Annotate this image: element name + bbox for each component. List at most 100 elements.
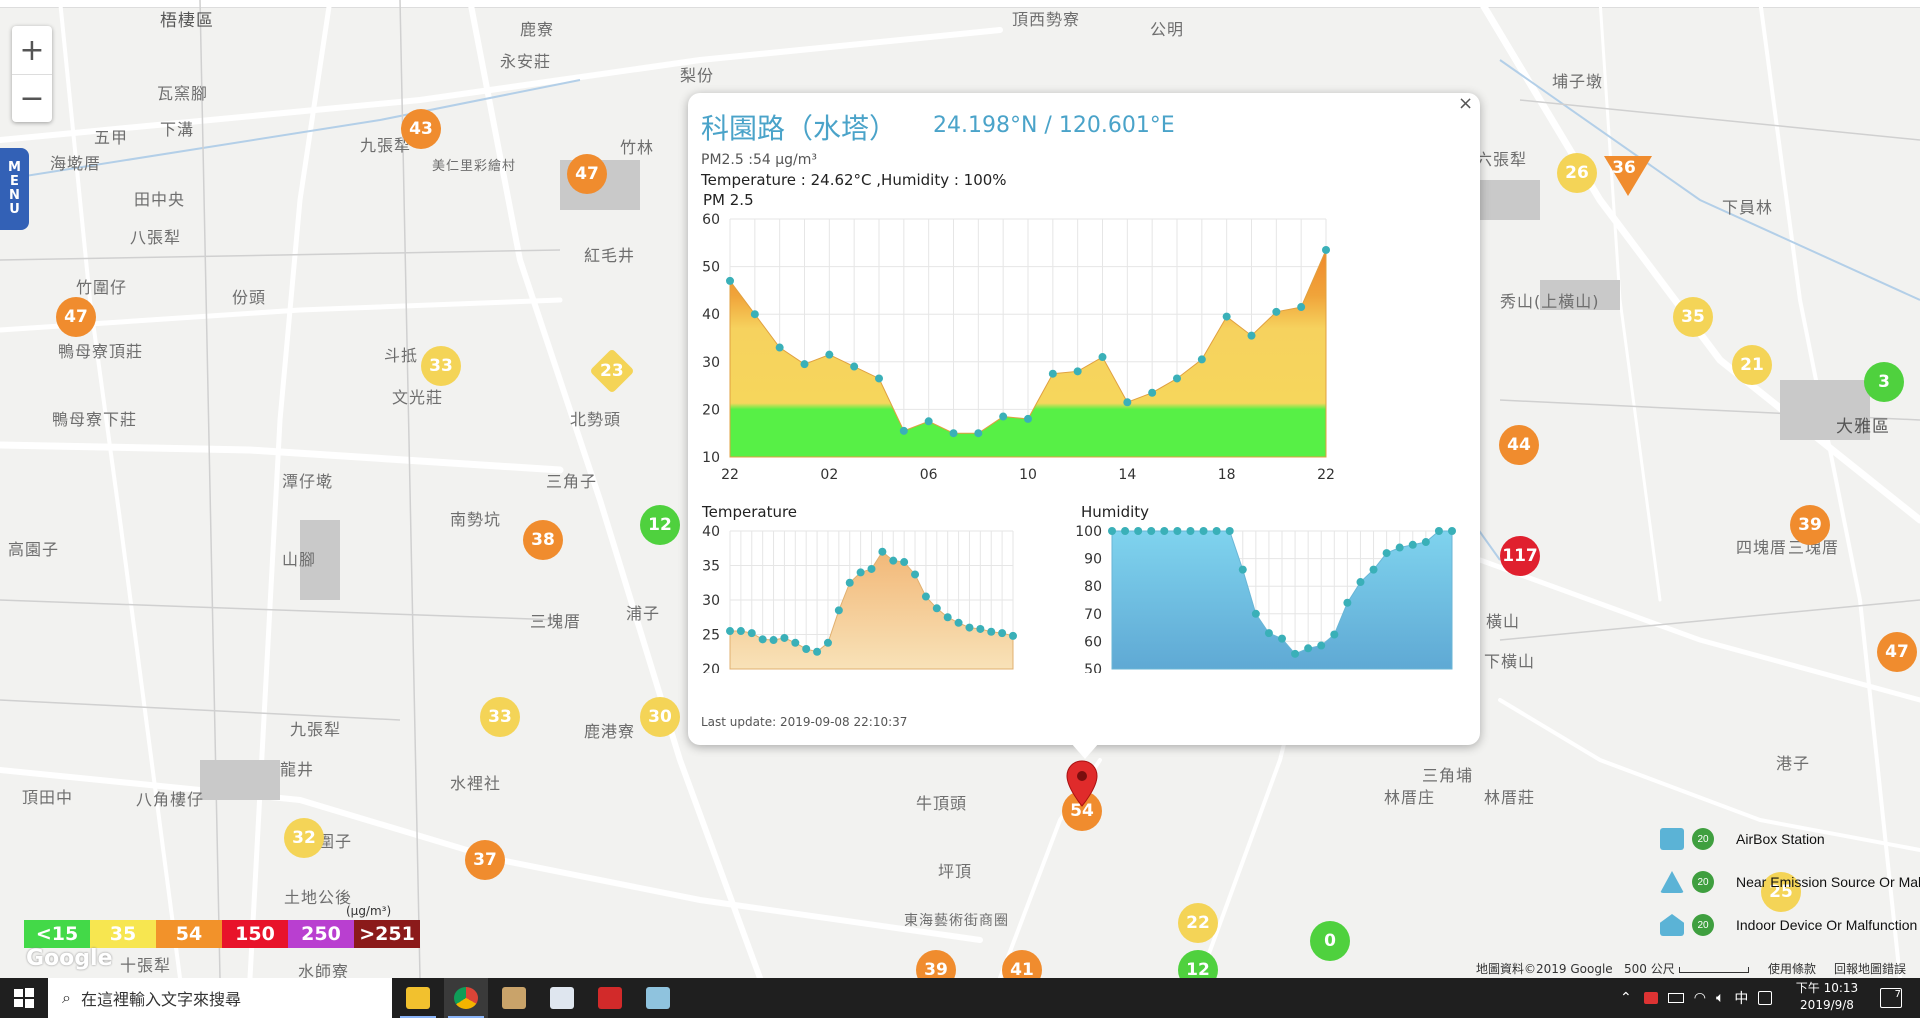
place-label: 八張犁 [130, 228, 182, 247]
windows-start-icon[interactable] [14, 988, 34, 1008]
aq-marker[interactable]: 38 [523, 520, 563, 560]
data-point [1160, 527, 1169, 535]
pm25-chart-title: PM 2.5 [703, 191, 754, 209]
aq-marker[interactable]: 33 [480, 697, 520, 737]
aq-marker[interactable]: 22 [1178, 903, 1218, 943]
aq-marker[interactable]: 26 [1557, 153, 1597, 193]
place-label: 頂西勢寮 [1012, 10, 1081, 29]
app-taskbar-button[interactable] [636, 978, 680, 1018]
search-icon: ⌕ [62, 988, 71, 1007]
aq-marker[interactable]: 47 [567, 154, 607, 194]
place-label: 林厝庄 [1384, 788, 1436, 807]
data-point [1121, 527, 1130, 535]
place-label: 竹圍仔 [76, 278, 128, 297]
data-point [1238, 565, 1247, 574]
data-point [726, 276, 734, 285]
place-label: 三角子 [546, 472, 598, 491]
ime-indicator[interactable]: 中 [1734, 988, 1748, 1008]
y-tick-label: 80 [1084, 579, 1102, 595]
place-label: 八角樓仔 [136, 790, 205, 809]
place-label: 下橫山 [1484, 652, 1536, 671]
volume-icon[interactable]: 🔈︎ [1716, 990, 1724, 1006]
data-point [1291, 649, 1300, 658]
aq-marker[interactable]: 32 [284, 818, 324, 858]
aq-marker[interactable]: 47 [1877, 632, 1917, 672]
data-point [1173, 374, 1181, 383]
place-label: 五甲 [94, 128, 129, 147]
aq-marker[interactable]: 3 [1864, 362, 1904, 402]
data-point [1421, 538, 1430, 547]
aq-marker[interactable]: 35 [1673, 297, 1713, 337]
data-point [1009, 631, 1017, 640]
terms-link[interactable]: 使用條款 [1768, 960, 1816, 977]
aq-marker[interactable]: 43 [401, 109, 441, 149]
legend-cell: 35 [90, 920, 156, 948]
data-point [780, 633, 789, 642]
place-label: 十張犁 [120, 956, 172, 975]
report-error-link[interactable]: 回報地圖錯誤 [1834, 960, 1906, 977]
data-point [823, 638, 832, 647]
place-label: 南勢坑 [450, 510, 502, 529]
location-pin-icon[interactable] [1065, 760, 1099, 808]
emission-icon [1660, 871, 1684, 893]
keyboard-icon[interactable] [1758, 991, 1773, 1005]
menu-tab[interactable]: M E N U [0, 148, 29, 230]
place-label: 秀山(上橫山) [1500, 292, 1600, 311]
battery-icon[interactable] [1667, 993, 1684, 1003]
data-point [878, 547, 887, 556]
y-tick-label: 35 [702, 559, 720, 575]
sketchup-taskbar-button[interactable] [588, 978, 632, 1018]
aq-marker[interactable]: 44 [1499, 425, 1539, 465]
data-point [867, 564, 876, 573]
place-label: 梨份 [680, 66, 715, 85]
y-tick-label: 90 [1084, 552, 1102, 568]
data-point [1173, 527, 1182, 535]
chrome-icon [454, 987, 478, 1009]
data-point [1408, 540, 1417, 549]
chevron-up-icon[interactable]: ⌃ [1620, 990, 1632, 1006]
aq-marker[interactable]: 0 [1310, 921, 1350, 961]
popup-close-button[interactable]: × [1458, 93, 1473, 114]
aq-marker[interactable]: 37 [465, 840, 505, 880]
data-point [998, 629, 1007, 638]
wifi-icon[interactable]: ◠ [1694, 990, 1706, 1006]
aq-marker[interactable]: 30 [640, 697, 680, 737]
data-point [800, 360, 809, 369]
legend-scale: <15 35 54 150 250 >251 [24, 920, 420, 948]
data-point [1048, 369, 1057, 378]
taskbar-search[interactable]: ⌕ 在這裡輸入文字來搜尋 [48, 978, 392, 1018]
place-label: 梧棲區 [160, 11, 214, 31]
file-explorer-taskbar-button[interactable] [396, 978, 440, 1018]
app-icon [502, 987, 526, 1009]
data-point [747, 629, 756, 638]
place-label: 牛頂頭 [916, 794, 968, 813]
data-point [1247, 331, 1256, 340]
place-label: 下員林 [1722, 198, 1774, 217]
legend-cell: <15 [24, 920, 90, 948]
temperature-chart-title: Temperature [702, 503, 798, 521]
zoom-in-button[interactable]: + [12, 26, 52, 74]
zoom-out-button[interactable]: − [12, 74, 52, 122]
taskbar-clock[interactable]: 下午 10:13 2019/9/8 [1792, 980, 1862, 1014]
notification-center-icon[interactable]: 7 [1880, 988, 1902, 1008]
place-label: 紅毛井 [584, 246, 636, 265]
aq-marker[interactable]: 12 [640, 505, 680, 545]
aq-marker[interactable]: 21 [1732, 345, 1772, 385]
data-point [999, 412, 1008, 421]
aq-marker[interactable]: 39 [1790, 505, 1830, 545]
chrome-taskbar-button[interactable] [444, 978, 488, 1018]
data-point [900, 558, 909, 567]
aq-marker[interactable]: 33 [421, 346, 461, 386]
paint-taskbar-button[interactable] [540, 978, 584, 1018]
data-point [932, 604, 941, 613]
map-view[interactable]: 梧棲區 鹿寮 頂西勢寮 公明 永安莊 梨份 瓦窯腳 五甲 下溝 九張犁 竹林 埔… [0, 0, 1920, 978]
station-legend-label: Indoor Device Or Malfunction [1736, 917, 1918, 933]
aq-marker[interactable]: 117 [1500, 536, 1540, 576]
data-point [850, 362, 859, 371]
aq-marker[interactable]: 47 [56, 297, 96, 337]
map-scale-label: 500 公尺 [1624, 962, 1675, 976]
app-taskbar-button[interactable] [492, 978, 536, 1018]
aq-marker-triangle[interactable]: 36 [1604, 156, 1652, 196]
antivirus-icon[interactable] [1643, 992, 1658, 1004]
data-point [1186, 527, 1195, 535]
